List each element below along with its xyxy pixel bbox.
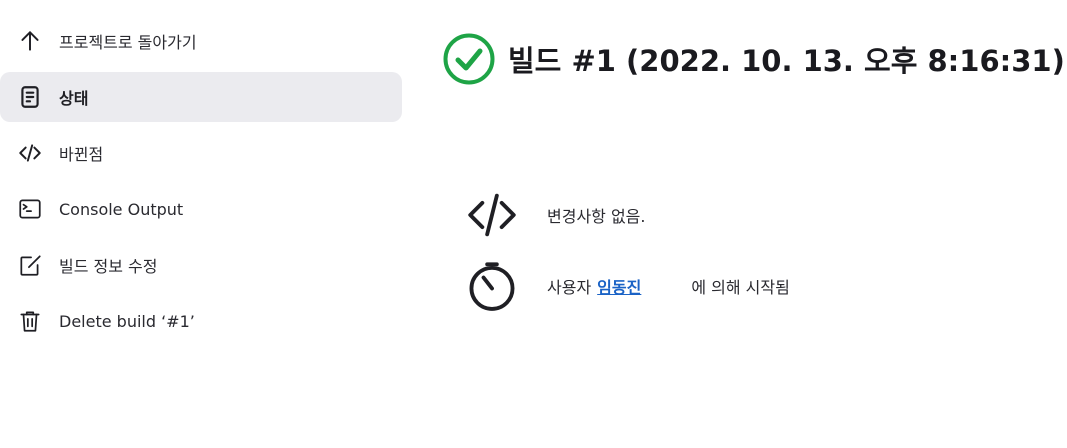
- started-by-summary: 사용자 임동진 에 의해 시작됨: [462, 256, 790, 316]
- started-by-prefix: 사용자: [547, 278, 592, 297]
- sidebar-item-label: 상태: [59, 89, 89, 108]
- code-icon: [16, 139, 44, 167]
- changes-summary: 변경사항 없음.: [462, 185, 646, 245]
- sidebar-item-label: 빌드 정보 수정: [59, 257, 158, 276]
- sidebar-item-label: 바뀐점: [59, 145, 104, 164]
- sidebar-item-edit-build-info[interactable]: 빌드 정보 수정: [0, 240, 402, 290]
- page-header: 빌드 #1 (2022. 10. 13. 오후 8:16:31): [442, 30, 1065, 88]
- sidebar-item-status[interactable]: 상태: [0, 72, 402, 122]
- sidebar-item-label: Delete build ‘#1’: [59, 311, 195, 331]
- sidebar: 프로젝트로 돌아가기 상태 바뀐점 Console Output 빌드 정보 수…: [0, 16, 402, 352]
- sidebar-item-back-to-project[interactable]: 프로젝트로 돌아가기: [0, 16, 402, 66]
- success-check-icon: [442, 32, 496, 86]
- sidebar-item-delete-build[interactable]: Delete build ‘#1’: [0, 296, 402, 346]
- changes-text: 변경사항 없음.: [547, 207, 646, 226]
- arrow-up-icon: [16, 27, 44, 55]
- timer-icon: [462, 256, 522, 316]
- document-icon: [16, 83, 44, 111]
- page-title: 빌드 #1 (2022. 10. 13. 오후 8:16:31): [508, 44, 1065, 78]
- code-icon: [462, 185, 522, 245]
- edit-icon: [16, 251, 44, 279]
- sidebar-item-label: 프로젝트로 돌아가기: [59, 33, 197, 52]
- main-content: 빌드 #1 (2022. 10. 13. 오후 8:16:31) 변경사항 없음…: [442, 30, 1065, 311]
- trash-icon: [16, 307, 44, 335]
- sidebar-item-console-output[interactable]: Console Output: [0, 184, 402, 234]
- sidebar-item-changes[interactable]: 바뀐점: [0, 128, 402, 178]
- user-link[interactable]: 임동진: [597, 274, 641, 298]
- started-by-suffix: 에 의해 시작됨: [691, 278, 790, 297]
- build-status-page: 프로젝트로 돌아가기 상태 바뀐점 Console Output 빌드 정보 수…: [0, 0, 1067, 448]
- terminal-icon: [16, 195, 44, 223]
- sidebar-item-label: Console Output: [59, 199, 184, 219]
